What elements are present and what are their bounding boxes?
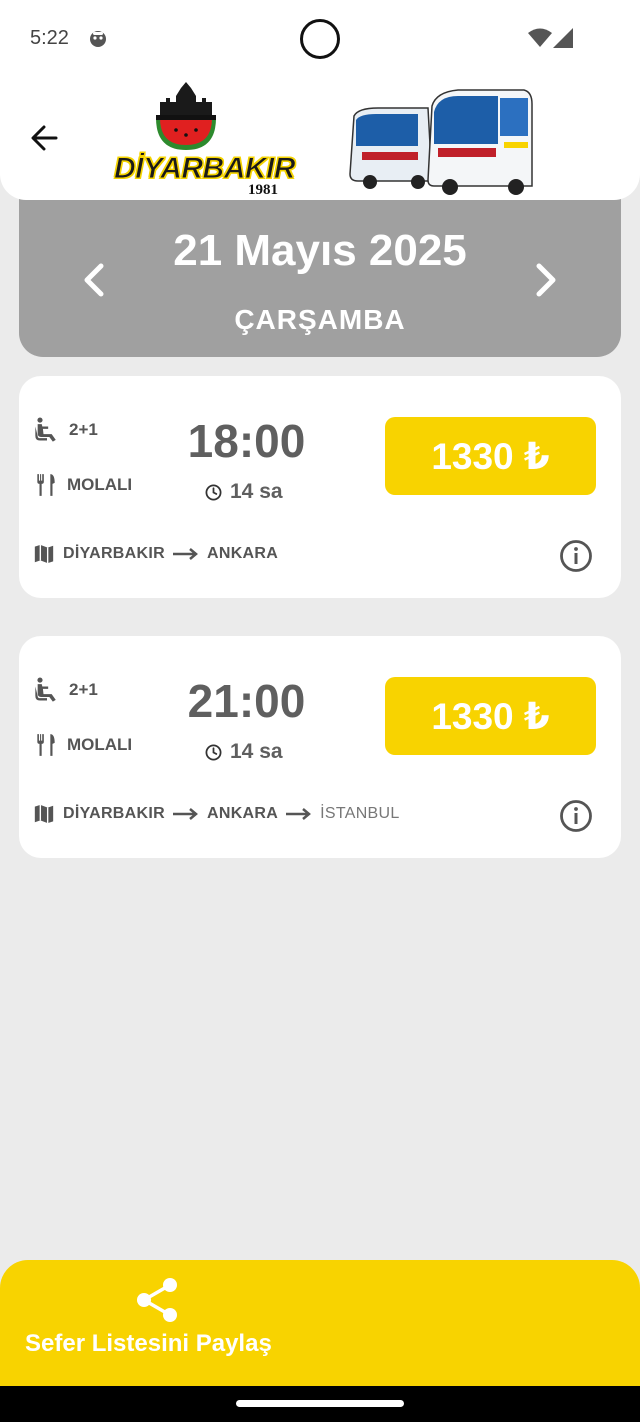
signal-icon <box>553 28 573 48</box>
departure-time: 21:00 <box>187 675 306 727</box>
departure-time: 18:00 <box>187 415 306 467</box>
home-gesture-handle[interactable] <box>236 1400 404 1407</box>
app-notification-icon <box>90 31 106 47</box>
wifi-icon <box>528 28 552 47</box>
meal-info: MOLALI <box>33 732 132 758</box>
clock-icon <box>205 484 222 500</box>
duration-label: 14 sa <box>230 480 283 503</box>
trip-duration: 14 sa <box>205 740 283 764</box>
trip-card[interactable]: 2+1 MOLALI 21:00 14 sa 1330 ₺ DİYARBAKIR… <box>19 636 621 858</box>
arrow-right-icon <box>286 808 312 820</box>
route-stop: ANKARA <box>206 545 279 562</box>
price-label: 1330 ₺ <box>431 695 550 737</box>
meal-info: MOLALI <box>33 472 132 498</box>
info-icon[interactable] <box>559 539 593 573</box>
arrow-right-icon <box>172 808 198 820</box>
route-stop: ANKARA <box>206 805 279 822</box>
price-button[interactable]: 1330 ₺ <box>385 677 596 755</box>
share-label: Sefer Listesini Paylaş <box>25 1330 272 1357</box>
restaurant-icon <box>37 474 55 496</box>
route-stop: İSTANBUL <box>320 805 400 822</box>
seat-icon <box>35 417 56 442</box>
map-icon <box>34 804 54 824</box>
seat-layout: 2+1 <box>33 416 98 444</box>
app-header: DİYARBAKIR 1981 <box>0 78 640 200</box>
seat-layout: 2+1 <box>33 676 98 704</box>
logo-text: DİYARBAKIR <box>113 152 296 186</box>
seat-layout-label: 2+1 <box>69 680 98 699</box>
status-bar: 5:22 <box>0 0 640 78</box>
restaurant-icon <box>37 734 55 756</box>
route-stop: DİYARBAKIR <box>63 805 165 822</box>
arrow-left-icon <box>31 125 58 151</box>
share-trip-list-button[interactable]: Sefer Listesini Paylaş <box>0 1260 640 1386</box>
camera-cutout <box>300 19 340 59</box>
arrow-right-icon <box>172 548 198 560</box>
meal-label: MOLALI <box>67 475 133 494</box>
date-day: ÇARŞAMBA <box>234 304 406 335</box>
route: DİYARBAKIR ANKARA İSTANBUL <box>33 803 400 825</box>
clock-icon <box>205 744 222 760</box>
status-time: 5:22 <box>30 27 69 49</box>
trip-card[interactable]: 2+1 MOLALI 18:00 14 sa 1330 ₺ DİYARBAKIR… <box>19 376 621 598</box>
trip-duration: 14 sa <box>205 480 283 504</box>
info-icon[interactable] <box>559 799 593 833</box>
price-button[interactable]: 1330 ₺ <box>385 417 596 495</box>
seat-layout-label: 2+1 <box>69 420 98 439</box>
system-nav-bar <box>0 1386 640 1422</box>
company-logo: DİYARBAKIR 1981 <box>112 82 297 198</box>
back-button[interactable] <box>24 118 64 158</box>
city-emblem-icon <box>156 82 216 150</box>
route-stop: DİYARBAKIR <box>63 545 165 562</box>
seat-icon <box>35 677 56 702</box>
route: DİYARBAKIR ANKARA <box>33 543 278 565</box>
price-label: 1330 ₺ <box>431 435 550 477</box>
chevron-right-icon[interactable] <box>531 260 563 300</box>
bus-image <box>349 89 533 195</box>
meal-label: MOLALI <box>67 735 133 754</box>
share-icon <box>137 1278 177 1322</box>
duration-label: 14 sa <box>230 740 283 763</box>
logo-year: 1981 <box>248 182 278 198</box>
date-selector: 21 Mayıs 2025 ÇARŞAMBA <box>19 190 621 357</box>
map-icon <box>34 544 54 564</box>
